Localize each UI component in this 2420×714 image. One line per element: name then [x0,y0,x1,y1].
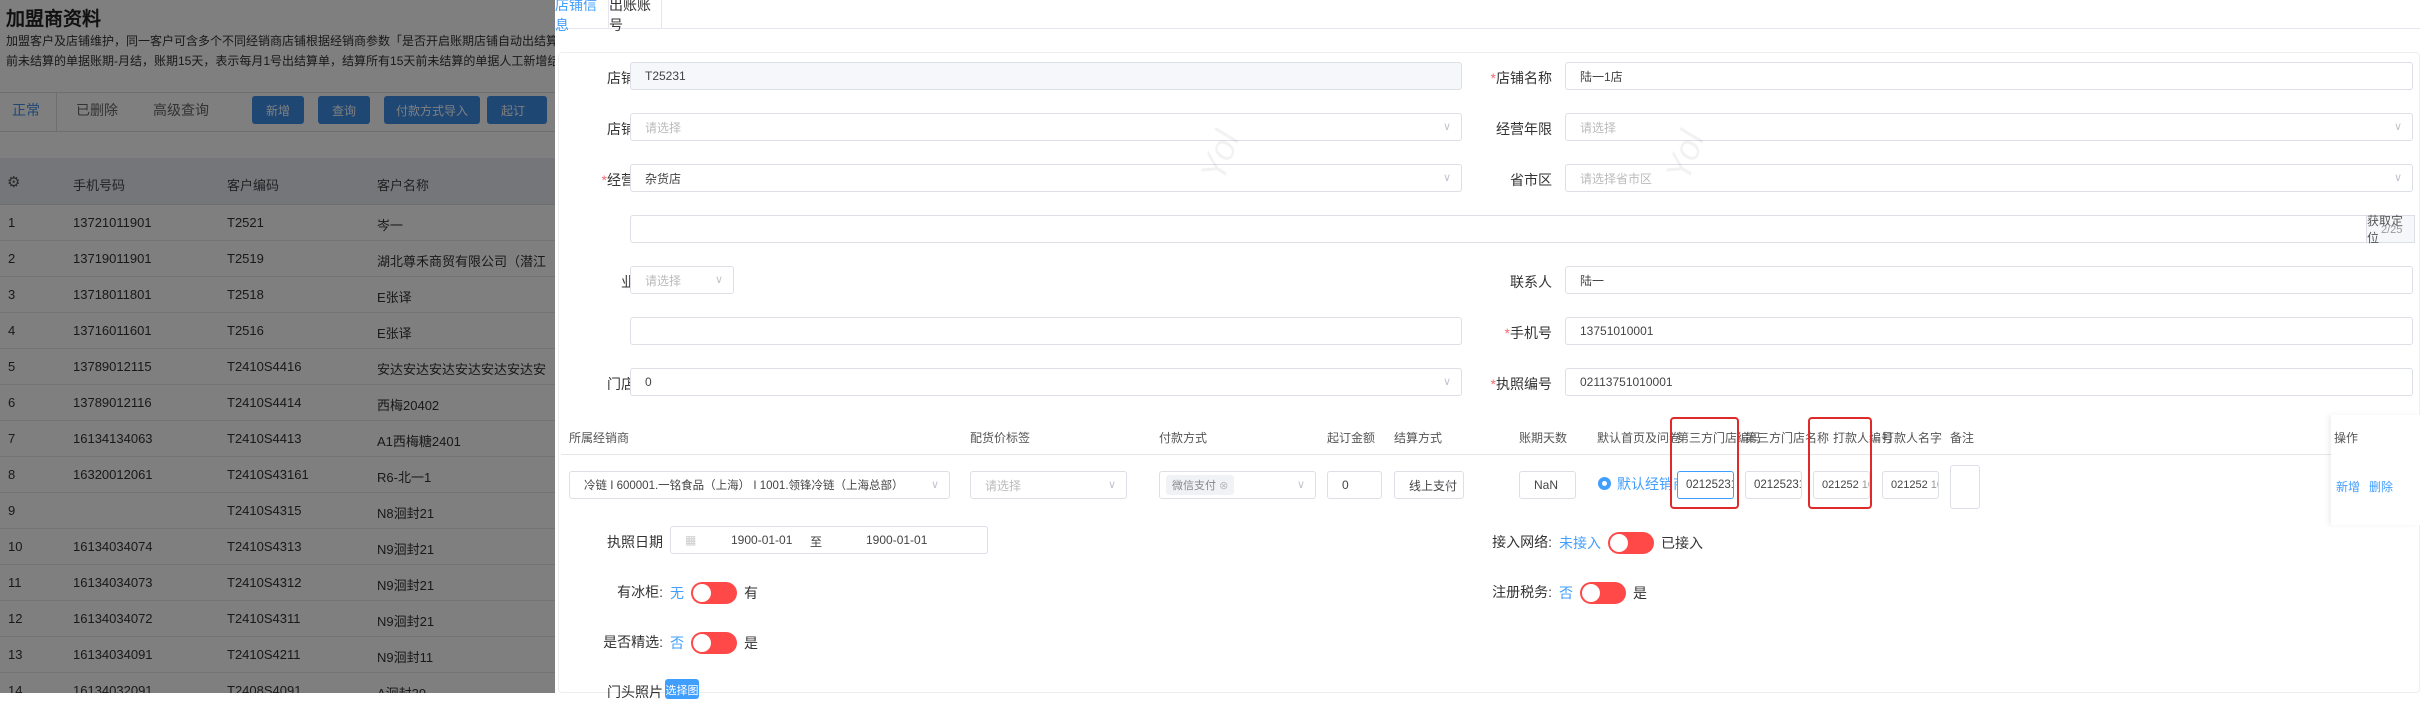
license-date-range[interactable]: ▦ 1900-01-01 至 1900-01-01 [670,526,988,554]
column-header: 所属经销商 [569,431,630,445]
column-header: 打款人名字 [1882,431,1943,445]
min-amount-input[interactable]: 0 [1327,471,1382,499]
switch-knob[interactable] [1580,582,1626,604]
area-select[interactable]: 0 ∨ [630,368,1462,396]
default-dealer-radio[interactable] [1598,477,1611,490]
switch-knob[interactable] [1608,532,1654,554]
chevron-down-icon: ∨ [930,479,939,491]
dealer-select[interactable]: 冷链 I 600001.一铭食品（上海） I 1001.领锋冷链（上海总部） ∨ [569,471,950,499]
photo-label: 门头照片 [607,684,663,700]
chevron-down-icon: ∨ [714,274,723,286]
highlight-box [1670,417,1739,509]
contact-char-count: 2/25 [2381,224,2403,236]
third-party-store-name-input[interactable]: 0212523101 [1745,471,1802,499]
region-label: 省市区 [1510,172,1552,188]
switch-label: 接入网络: [1492,534,1552,550]
remark-input[interactable] [1950,465,1980,509]
column-header: 结算方式 [1394,431,1443,445]
license-no-input[interactable]: 02113751010001 [1565,368,2413,396]
close-icon[interactable]: ⊗ [1219,480,1228,492]
years-label: 经营年限 [1496,121,1552,137]
switch-label: 有冰柜: [617,584,663,600]
contact-input[interactable]: 陆一 [1565,266,2413,294]
toggle-switch[interactable]: 无有 [670,582,758,604]
switch-label: 注册税务: [1492,584,1552,600]
mobile-input[interactable]: 13751010001 [1565,317,2413,345]
switch-label: 是否精选: [603,634,663,650]
payer-name-input[interactable]: 021252 10/50 [1882,471,1939,499]
price-tag-select[interactable]: 请选择 ∨ [970,471,1127,499]
payment-method-select[interactable]: 微信支付 ⊗ ∨ [1159,471,1316,499]
license-date-label: 执照日期 [607,534,663,550]
highlight-box [1808,417,1872,509]
salesman-select[interactable]: 请选择 ∨ [630,266,734,294]
franchisee-list-page: 加盟商资料 加盟客户及店铺维护，同一客户可含多个不同经销商店铺根据经销商参数「是… [0,0,555,693]
column-header: 默认首页及问卷 [1597,431,1682,445]
mobile-label: 手机号 [1432,323,1552,343]
toggle-switch[interactable]: 否是 [1559,582,1647,604]
toggle-switch[interactable]: 否是 [670,632,758,654]
add-row-link[interactable]: 新增 [2336,478,2360,495]
store-drawer: 店铺信息 出账账号 店铺代码T25231店铺名称陆一1店店铺类型请选择∨经营年限… [555,0,2420,713]
chevron-down-icon: ∨ [1296,479,1305,491]
fax-input[interactable] [630,317,1462,345]
column-header: 配货价标签 [970,431,1031,445]
chevron-down-icon: ∨ [2393,172,2402,184]
calendar-icon: ▦ [685,533,697,547]
tab-store-info[interactable]: 店铺信息 [555,0,607,33]
switch-knob[interactable] [691,632,737,654]
delete-row-link[interactable]: 删除 [2369,478,2393,495]
switch-knob[interactable] [691,582,737,604]
settlement-select[interactable]: 线上支付 ∨ [1394,471,1464,499]
store-name-label: 店铺名称 [1432,68,1552,88]
modal-mask[interactable] [0,0,555,693]
credit-days-input[interactable]: NaN [1519,471,1576,499]
toggle-switch[interactable]: 未接入 已接入 [1559,532,1703,554]
payment-tag: 微信支付 ⊗ [1166,475,1235,495]
column-header: 付款方式 [1159,431,1208,445]
store-code-input[interactable]: T25231 [630,62,1462,90]
chevron-down-icon: ∨ [1444,479,1453,491]
column-header: 账期天数 [1519,431,1568,445]
license-no-label: 执照编号 [1432,374,1552,394]
column-header: 起订金额 [1327,431,1376,445]
chevron-down-icon: ∨ [1107,479,1116,491]
store-name-input[interactable]: 陆一1店 [1565,62,2413,90]
column-header: 备注 [1950,431,1975,445]
tab-billing-account[interactable]: 出账账号 [608,0,662,33]
choose-photo-button[interactable]: 选择图片 [665,679,699,713]
store-type-select[interactable]: 请选择 ∨ [630,113,1462,141]
contact-label: 联系人 [1510,274,1552,290]
chevron-down-icon: ∨ [2393,121,2402,133]
column-header-actions: 操作 [2334,431,2359,445]
biz-type-select[interactable]: 杂货店 ∨ [630,164,1462,192]
